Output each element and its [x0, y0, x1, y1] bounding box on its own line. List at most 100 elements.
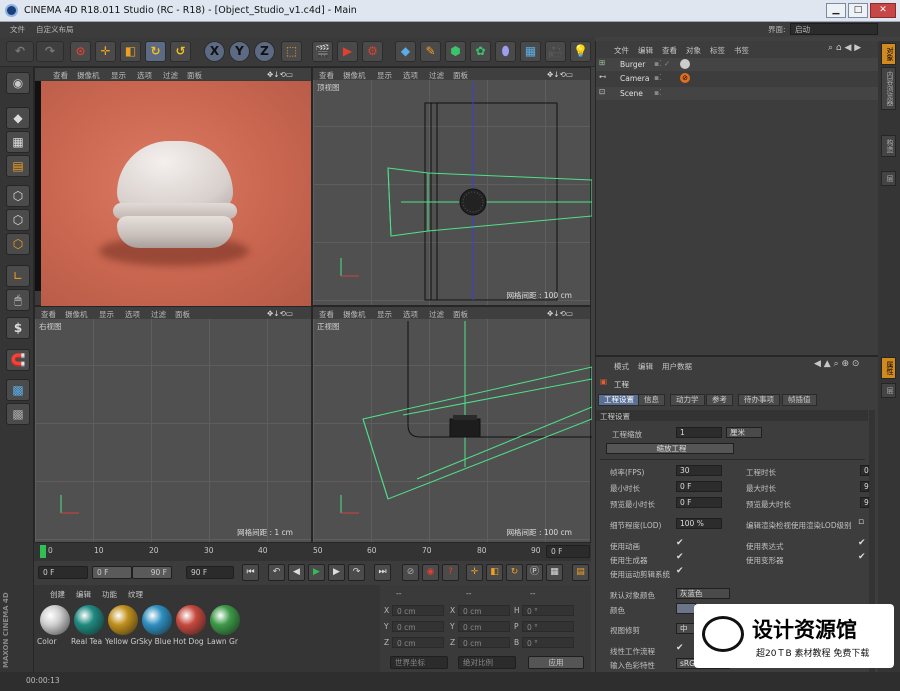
menu-options[interactable]: 选项 [137, 70, 152, 81]
obj-menu-file[interactable]: 文件 [614, 45, 629, 56]
grid-icon[interactable]: ▩ [6, 403, 30, 425]
texture-mode-icon[interactable]: ▦ [6, 131, 30, 153]
keyframe-help-icon[interactable]: ? [442, 564, 459, 581]
object-row[interactable]: ⊷ Camera ▪⁚ ⊘ [596, 72, 879, 85]
key-scale-icon[interactable]: ◧ [486, 564, 503, 581]
tab-todo[interactable]: 待办事项 [738, 394, 780, 406]
material-swatch[interactable] [74, 605, 104, 635]
rotate-tool-icon[interactable]: ↻ [145, 41, 166, 62]
obj-menu-bookmarks[interactable]: 书签 [734, 45, 749, 56]
workplane-icon[interactable]: ▤ [6, 155, 30, 177]
linear-workflow-checkbox[interactable]: ✔ [676, 643, 684, 653]
axis-mode-icon[interactable]: ∟ [6, 265, 30, 287]
obj-menu-object[interactable]: 对象 [686, 45, 701, 56]
material-swatch[interactable] [40, 605, 70, 635]
coord-field[interactable]: 0 ° [522, 621, 574, 632]
model-mode-icon[interactable]: ◆ [6, 107, 30, 129]
search-icon[interactable]: ⌕ ⌂ ◀ ▶ [828, 43, 861, 53]
redo-icon[interactable]: ↷ [36, 41, 64, 62]
render-picture-viewer-icon[interactable]: ▶ [337, 41, 358, 62]
tab-structure[interactable]: 构造 [881, 135, 896, 157]
coord-field[interactable]: 0 cm [392, 621, 444, 632]
tab-reference[interactable]: 参考 [706, 394, 733, 406]
prev-key-icon[interactable]: ↶ [268, 564, 285, 581]
make-editable-icon[interactable]: ◉ [6, 72, 30, 94]
scale-unit-select[interactable]: 厘米 [726, 427, 762, 438]
end-frame-field[interactable]: 90 F [186, 566, 234, 579]
attr-menu-edit[interactable]: 编辑 [638, 361, 653, 372]
obj-menu-edit[interactable]: 编辑 [638, 45, 653, 56]
array-icon[interactable]: ✿ [470, 41, 491, 62]
key-grid-icon[interactable]: ▦ [546, 564, 563, 581]
record-active-icon[interactable]: ⊘ [402, 564, 419, 581]
recent-tool-icon[interactable]: ↺ [170, 41, 191, 62]
visibility-icon[interactable]: ▪⁚ [654, 88, 661, 97]
tab-objects[interactable]: 对象 [881, 43, 896, 65]
cube-icon[interactable]: ◆ [395, 41, 416, 62]
play-icon[interactable]: ▶ [308, 564, 325, 581]
current-frame-field[interactable]: 0 F [546, 545, 590, 558]
object-row[interactable]: ⊞ Burger ▪⁚ ✓ [596, 58, 879, 71]
protection-tag-icon[interactable]: ⊘ [680, 73, 690, 83]
viewport-perspective[interactable]: 查看 摄像机 显示 选项 过滤 面板 ✥↓⟲▭ [34, 67, 312, 306]
menu-display[interactable]: 显示 [111, 70, 126, 81]
tab-layers-top[interactable]: 层 [881, 171, 896, 186]
render-settings-icon[interactable]: ⚙ [362, 41, 383, 62]
attr-nav-icons[interactable]: ◀ ▲ ⌕ ⊕ ⊙ [814, 359, 859, 369]
floor-icon[interactable]: ▦ [520, 41, 541, 62]
y-axis-button[interactable]: Y [229, 41, 250, 62]
close-button[interactable]: ✕ [870, 3, 896, 18]
render-lod-checkbox[interactable]: ▫ [858, 517, 864, 527]
z-axis-button[interactable]: Z [254, 41, 275, 62]
mat-menu-function[interactable]: 功能 [102, 589, 117, 600]
subdivision-icon[interactable]: ⬢ [445, 41, 466, 62]
scale-tool-icon[interactable]: ◧ [120, 41, 141, 62]
viewport-right[interactable]: 查看 摄像机 显示 选项 过滤 面板 ✥↓⟲▭ 右视图 网格间距 : 1 cm [34, 306, 312, 543]
key-move-icon[interactable]: ✛ [466, 564, 483, 581]
object-row[interactable]: ⊡ Scene ▪⁚ [596, 87, 879, 100]
use-generator-checkbox[interactable]: ✔ [676, 552, 684, 562]
obj-menu-view[interactable]: 查看 [662, 45, 677, 56]
mat-menu-edit[interactable]: 编辑 [76, 589, 91, 600]
autokey-icon[interactable]: ◉ [422, 564, 439, 581]
coord-field[interactable]: 0 ° [522, 637, 574, 648]
use-deformer-checkbox[interactable]: ✔ [858, 552, 866, 562]
start-frame-field[interactable]: 0 F [38, 566, 88, 579]
coord-field[interactable]: 0 cm [392, 605, 444, 616]
magnet-icon[interactable]: 🧲 [6, 349, 30, 371]
menu-panel[interactable]: 面板 [187, 70, 202, 81]
object-name[interactable]: Camera [620, 74, 649, 83]
coord-field[interactable]: 0 cm [392, 637, 444, 648]
min-time-field[interactable]: 0 F [676, 481, 722, 492]
tab-info[interactable]: 信息 [638, 394, 665, 406]
menu-camera[interactable]: 摄像机 [77, 70, 100, 81]
obj-menu-tags[interactable]: 标签 [710, 45, 725, 56]
range-start-field[interactable]: 0 F [92, 566, 132, 579]
layout-select[interactable]: 启动 [790, 23, 878, 35]
move-tool-icon[interactable]: ✛ [95, 41, 116, 62]
tab-content-browser[interactable]: 内容浏览器 [881, 67, 896, 110]
coord-field[interactable]: 0 cm [458, 637, 510, 648]
timeline-icon[interactable]: ▤ [572, 564, 589, 581]
coordinate-system-icon[interactable]: ⬚ [281, 41, 302, 62]
next-frame-icon[interactable]: ▶ [328, 564, 345, 581]
mat-menu-create[interactable]: 创建 [50, 589, 65, 600]
coord-scale-select[interactable]: 绝对比例 [458, 656, 516, 669]
points-mode-icon[interactable]: ⬡ [6, 185, 30, 207]
material-swatch[interactable] [142, 605, 172, 635]
material-tag-icon[interactable] [680, 59, 690, 69]
undo-icon[interactable]: ↶ [6, 41, 34, 62]
coord-field[interactable]: 0 cm [458, 621, 510, 632]
tab-dynamics[interactable]: 动力学 [670, 394, 705, 406]
viewport-top[interactable]: 查看 摄像机 显示 选项 过滤 面板 ✥↓⟲▭ 顶视图 网格间距 : 100 c… [312, 67, 592, 306]
preview-max-field[interactable]: 9 [860, 497, 869, 508]
go-to-start-icon[interactable]: ⏮ [242, 564, 259, 581]
select-tool-icon[interactable]: ⊙ [70, 41, 91, 62]
material-swatch[interactable] [210, 605, 240, 635]
key-rotate-icon[interactable]: ↻ [506, 564, 523, 581]
apply-button[interactable]: 应用 [528, 656, 584, 669]
timeline-ruler[interactable]: 0 10 20 30 40 50 60 70 80 90 0 F [34, 543, 591, 561]
playhead[interactable] [40, 545, 46, 558]
object-name[interactable]: Scene [620, 89, 643, 98]
color-swatch[interactable] [676, 603, 696, 614]
